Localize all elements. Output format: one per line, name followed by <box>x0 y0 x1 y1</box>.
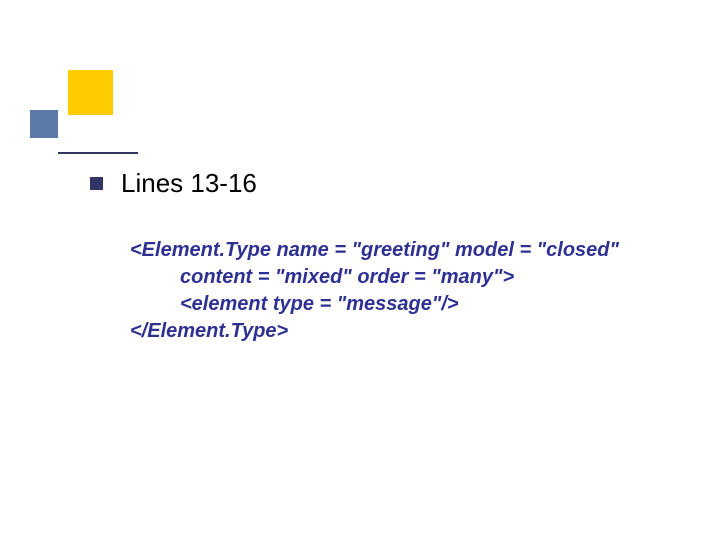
code-line-1: <Element.Type name = "greeting" model = … <box>130 237 670 264</box>
code-block: <Element.Type name = "greeting" model = … <box>130 237 670 345</box>
bullet-icon <box>90 177 103 190</box>
code-line-2: content = "mixed" order = "many"> <box>130 264 670 291</box>
slide-content: Lines 13-16 <Element.Type name = "greeti… <box>90 168 670 345</box>
heading-text: Lines 13-16 <box>121 168 257 199</box>
code-line-3: <element type = "message"/> <box>130 291 670 318</box>
yellow-square <box>68 70 113 115</box>
slide-decoration <box>30 70 140 160</box>
code-line-4: </Element.Type> <box>130 318 670 345</box>
horizontal-line <box>58 152 138 154</box>
bullet-row: Lines 13-16 <box>90 168 670 199</box>
blue-square <box>30 110 58 138</box>
